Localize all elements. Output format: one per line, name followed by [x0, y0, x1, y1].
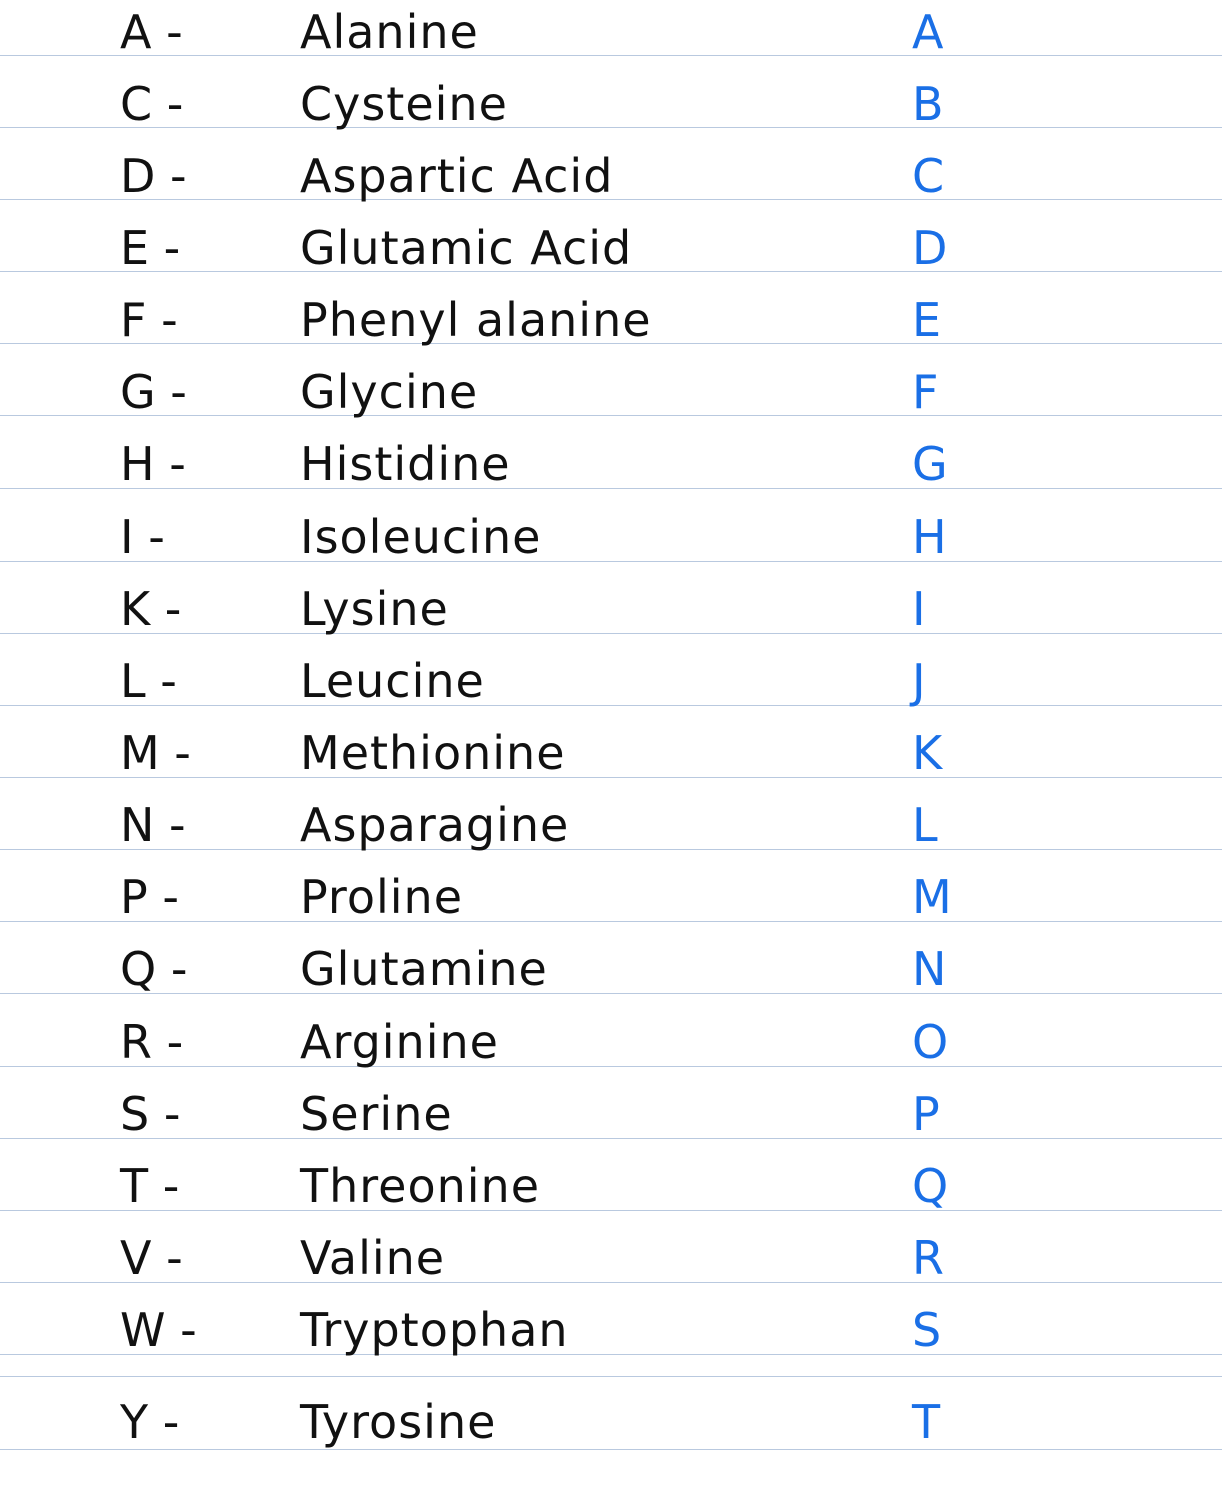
one-letter-code: F - — [120, 293, 178, 347]
one-letter-code: V - — [120, 1231, 183, 1285]
amino-acid-name: Tryptophan — [300, 1303, 569, 1357]
alphabet-letter: S — [912, 1303, 942, 1357]
one-letter-code: R - — [120, 1015, 184, 1069]
amino-acid-name: Tyrosine — [300, 1395, 497, 1449]
amino-acid-name: Glycine — [300, 365, 479, 419]
alphabet-letter: E — [912, 293, 942, 347]
alphabet-letter: O — [912, 1015, 949, 1069]
list-item: M - Methionine K — [0, 721, 1222, 785]
list-item: F - Phenyl alanine E — [0, 288, 1222, 352]
alphabet-letter: H — [912, 510, 947, 564]
list-item: S - Serine P — [0, 1082, 1222, 1146]
list-item: R - Arginine O — [0, 1010, 1222, 1074]
one-letter-code: Q - — [120, 942, 188, 996]
amino-acid-name: Valine — [300, 1231, 446, 1285]
list-item: E - Glutamic Acid D — [0, 216, 1222, 280]
list-item: Y - Tyrosine T — [0, 1390, 1222, 1454]
list-item: T - Threonine Q — [0, 1154, 1222, 1218]
one-letter-code: G - — [120, 365, 187, 419]
one-letter-code: W - — [120, 1303, 197, 1357]
one-letter-code: C - — [120, 77, 184, 131]
list-item: L - Leucine J — [0, 649, 1222, 713]
amino-acid-name: Proline — [300, 870, 463, 924]
amino-acid-name: Methionine — [300, 726, 566, 780]
one-letter-code: P - — [120, 870, 179, 924]
list-item: W - Tryptophan S — [0, 1298, 1222, 1362]
alphabet-letter: Q — [912, 1159, 949, 1213]
list-item: H - Histidine G — [0, 432, 1222, 496]
amino-acid-name: Histidine — [300, 437, 511, 491]
amino-acid-name: Isoleucine — [300, 510, 542, 564]
one-letter-code: N - — [120, 798, 186, 852]
one-letter-code: Y - — [120, 1395, 180, 1449]
amino-acid-name: Glutamic Acid — [300, 221, 633, 275]
list-item: V - Valine R — [0, 1226, 1222, 1290]
list-item: A - Alanine A — [0, 0, 1222, 64]
alphabet-letter: K — [912, 726, 943, 780]
one-letter-code: H - — [120, 437, 186, 491]
amino-acid-name: Leucine — [300, 654, 485, 708]
amino-acid-name: Lysine — [300, 582, 449, 636]
amino-acid-name: Glutamine — [300, 942, 548, 996]
one-letter-code: I - — [120, 510, 165, 564]
alphabet-letter: G — [912, 437, 948, 491]
list-item: K - Lysine I — [0, 577, 1222, 641]
amino-acid-name: Alanine — [300, 5, 479, 59]
alphabet-letter: N — [912, 942, 947, 996]
list-item: P - Proline M — [0, 865, 1222, 929]
alphabet-letter: L — [912, 798, 938, 852]
alphabet-letter: F — [912, 365, 939, 419]
alphabet-letter: A — [912, 5, 944, 59]
one-letter-code: T - — [120, 1159, 180, 1213]
list-item: C - Cysteine B — [0, 72, 1222, 136]
amino-acid-name: Phenyl alanine — [300, 293, 652, 347]
alphabet-letter: T — [912, 1395, 941, 1449]
amino-acid-name: Aspartic Acid — [300, 149, 614, 203]
list-item: Q - Glutamine N — [0, 937, 1222, 1001]
one-letter-code: D - — [120, 149, 187, 203]
alphabet-letter: C — [912, 149, 945, 203]
one-letter-code: E - — [120, 221, 181, 275]
list-item: I - Isoleucine H — [0, 505, 1222, 569]
alphabet-letter: D — [912, 221, 948, 275]
amino-acid-name: Threonine — [300, 1159, 540, 1213]
alphabet-letter: B — [912, 77, 944, 131]
amino-acid-name: Arginine — [300, 1015, 499, 1069]
amino-acid-name: Asparagine — [300, 798, 570, 852]
alphabet-letter: P — [912, 1087, 940, 1141]
one-letter-code: L - — [120, 654, 177, 708]
one-letter-code: A - — [120, 5, 183, 59]
one-letter-code: S - — [120, 1087, 181, 1141]
alphabet-letter: J — [912, 654, 926, 708]
list-item: N - Asparagine L — [0, 793, 1222, 857]
alphabet-letter: I — [912, 582, 926, 636]
ruled-line — [0, 1376, 1222, 1377]
list-item: D - Aspartic Acid C — [0, 144, 1222, 208]
amino-acid-name: Cysteine — [300, 77, 508, 131]
amino-acid-name: Serine — [300, 1087, 453, 1141]
one-letter-code: M - — [120, 726, 191, 780]
alphabet-letter: M — [912, 870, 952, 924]
list-item: G - Glycine F — [0, 360, 1222, 424]
alphabet-letter: R — [912, 1231, 944, 1285]
one-letter-code: K - — [120, 582, 182, 636]
